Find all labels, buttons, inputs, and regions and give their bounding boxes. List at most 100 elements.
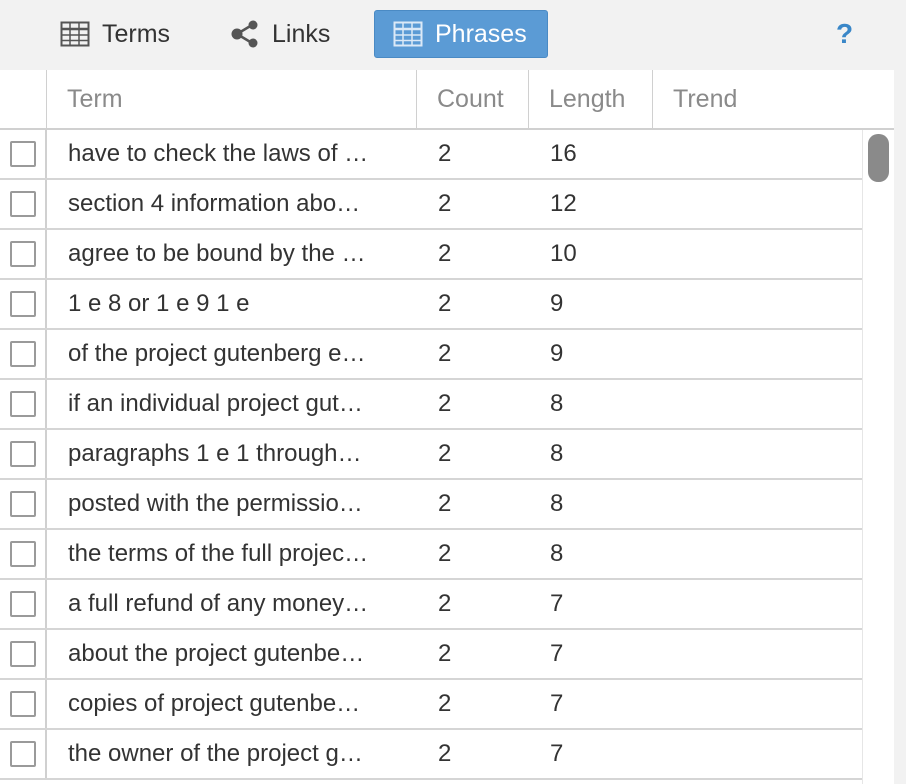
- trend-cell: [674, 730, 854, 778]
- table-icon: [60, 21, 90, 47]
- table-row[interactable]: of the project gutenberg e… 2 9: [0, 330, 862, 380]
- table-row[interactable]: if an individual project gut… 2 8: [0, 380, 862, 430]
- count-cell: 2: [438, 740, 452, 767]
- row-checkbox[interactable]: [9, 741, 36, 767]
- row-checkbox-cell: [0, 380, 47, 428]
- row-checkbox[interactable]: [9, 541, 36, 567]
- table-row[interactable]: section 4 information abo… 2 12: [0, 180, 862, 230]
- row-checkbox-cell: [0, 230, 47, 278]
- trend-cell: [674, 430, 854, 478]
- term-cell: a full refund of any money…: [68, 580, 400, 628]
- length-cell: 8: [550, 390, 564, 417]
- row-checkbox-cell: [0, 430, 47, 478]
- row-checkbox-cell: [0, 280, 47, 328]
- term-cell: have to check the laws of …: [68, 130, 400, 178]
- tab-terms-label: Terms: [102, 19, 171, 48]
- term-text: copies of project gutenbe…: [68, 690, 361, 717]
- trend-cell: [674, 580, 854, 628]
- count-cell: 2: [438, 340, 452, 367]
- count-cell: 2: [438, 640, 452, 667]
- scrollbar-thumb[interactable]: [868, 134, 889, 182]
- row-checkbox-cell: [0, 580, 47, 628]
- row-checkbox[interactable]: [9, 241, 36, 267]
- term-cell: 1 e 8 or 1 e 9 1 e: [68, 280, 400, 328]
- row-checkbox[interactable]: [9, 641, 36, 667]
- row-checkbox[interactable]: [9, 441, 36, 467]
- header-term[interactable]: Term: [47, 70, 417, 128]
- length-cell: 16: [550, 140, 577, 167]
- count-cell: 2: [438, 440, 452, 467]
- row-checkbox-cell: [0, 330, 47, 378]
- term-cell: section 4 information abo…: [68, 180, 400, 228]
- table-row[interactable]: copies of project gutenbe… 2 7: [0, 680, 862, 730]
- header-trend[interactable]: Trend: [653, 70, 894, 128]
- row-checkbox[interactable]: [9, 341, 36, 367]
- row-checkbox[interactable]: [9, 391, 36, 417]
- table-row[interactable]: the owner of the project g… 2 7: [0, 730, 862, 780]
- tab-links[interactable]: Links: [228, 10, 358, 58]
- length-cell: 12: [550, 190, 577, 217]
- tab-links-label: Links: [272, 19, 331, 48]
- term-text: have to check the laws of …: [68, 140, 369, 167]
- term-text: section 4 information abo…: [68, 190, 361, 217]
- term-cell: copies of project gutenbe…: [68, 680, 400, 728]
- length-cell: 7: [550, 640, 564, 667]
- length-cell: 10: [550, 240, 577, 267]
- term-cell: the terms of the full projec…: [68, 530, 400, 578]
- count-cell: 2: [438, 240, 452, 267]
- header-count[interactable]: Count: [417, 70, 529, 128]
- table-row[interactable]: the terms of the full projec… 2 8: [0, 530, 862, 580]
- count-cell: 2: [438, 540, 452, 567]
- length-cell: 8: [550, 440, 564, 467]
- row-checkbox[interactable]: [9, 291, 36, 317]
- header-length[interactable]: Length: [529, 70, 653, 128]
- tab-terms[interactable]: Terms: [58, 10, 198, 58]
- row-checkbox[interactable]: [9, 691, 36, 717]
- term-cell: if an individual project gut…: [68, 380, 400, 428]
- table-row[interactable]: posted with the permissio… 2 8: [0, 480, 862, 530]
- row-checkbox-cell: [0, 630, 47, 678]
- length-cell: 8: [550, 540, 564, 567]
- count-cell: 2: [438, 490, 452, 517]
- row-checkbox[interactable]: [9, 591, 36, 617]
- length-cell: 7: [550, 690, 564, 717]
- term-cell: of the project gutenberg e…: [68, 330, 400, 378]
- term-cell: paragraphs 1 e 1 through…: [68, 430, 400, 478]
- length-cell: 9: [550, 340, 564, 367]
- table-row[interactable]: 1 e 8 or 1 e 9 1 e 2 9: [0, 280, 862, 330]
- trend-cell: [674, 680, 854, 728]
- tab-phrases-label: Phrases: [435, 19, 527, 48]
- row-checkbox[interactable]: [9, 491, 36, 517]
- term-cell: posted with the permissio…: [68, 480, 400, 528]
- row-checkbox[interactable]: [9, 191, 36, 217]
- term-cell: agree to be bound by the …: [68, 230, 400, 278]
- table-row[interactable]: a full refund of any money… 2 7: [0, 580, 862, 630]
- term-text: of the project gutenberg e…: [68, 340, 366, 367]
- table-row[interactable]: agree to be bound by the … 2 10: [0, 230, 862, 280]
- header-checkbox-column: [0, 70, 47, 128]
- term-text: the terms of the full projec…: [68, 540, 369, 567]
- trend-cell: [674, 130, 854, 178]
- length-cell: 7: [550, 590, 564, 617]
- term-text: posted with the permissio…: [68, 490, 363, 517]
- tab-phrases[interactable]: Phrases: [374, 10, 548, 58]
- row-checkbox-cell: [0, 130, 47, 178]
- trend-cell: [674, 630, 854, 678]
- trend-cell: [674, 330, 854, 378]
- table-row[interactable]: paragraphs 1 e 1 through… 2 8: [0, 430, 862, 480]
- table-row[interactable]: about the project gutenbe… 2 7: [0, 630, 862, 680]
- trend-cell: [674, 280, 854, 328]
- count-cell: 2: [438, 590, 452, 617]
- row-checkbox[interactable]: [9, 141, 36, 167]
- term-text: about the project gutenbe…: [68, 640, 365, 667]
- share-icon: [230, 20, 260, 48]
- right-margin: [894, 70, 906, 784]
- count-cell: 2: [438, 690, 452, 717]
- grid-header: Term Count Length Trend: [0, 70, 894, 130]
- trend-cell: [674, 180, 854, 228]
- term-cell: the owner of the project g…: [68, 730, 400, 778]
- help-icon[interactable]: ?: [836, 18, 853, 50]
- scrollbar-track[interactable]: [862, 130, 894, 784]
- table-row[interactable]: have to check the laws of … 2 16: [0, 130, 862, 180]
- trend-cell: [674, 230, 854, 278]
